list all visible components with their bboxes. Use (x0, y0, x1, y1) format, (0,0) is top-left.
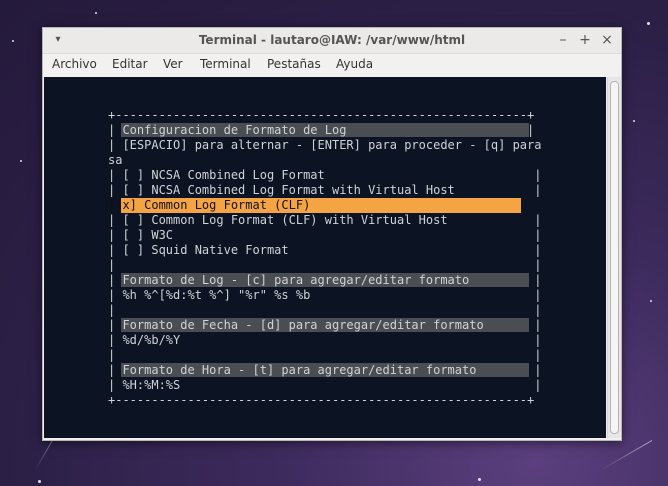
menu-archivo[interactable]: Archivo (52, 57, 97, 71)
menu-terminal[interactable]: Terminal (200, 57, 251, 71)
wallpaper-star (20, 160, 22, 162)
wallpaper-star (38, 480, 41, 483)
terminal-window[interactable]: ▾ Terminal - lautaro@IAW: /var/www/html … (42, 27, 622, 441)
wallpaper-star (647, 22, 650, 25)
blank-row: | | (108, 348, 542, 362)
minimize-button[interactable]: – (556, 32, 570, 48)
option-ncsa-combined[interactable]: | [ ] NCSA Combined Log Format | (108, 168, 541, 183)
dialog-border-bottom: +---------------------------------------… (108, 393, 535, 407)
dialog-border-top: +---------------------------------------… (108, 108, 535, 122)
menu-editar[interactable]: Editar (112, 57, 148, 71)
dialog-title: | Configuracion de Formato de Log | (108, 123, 535, 137)
dialog-instructions-wrap: sa (108, 153, 123, 167)
scrollbar-thumb[interactable] (610, 81, 619, 434)
wallpaper-streak (599, 440, 653, 471)
option-ncsa-combined-vhost[interactable]: | [ ] NCSA Combined Log Format with Virt… (108, 183, 541, 198)
wallpaper-star (633, 120, 635, 122)
time-format-value: | %H:%M:%S | (108, 378, 542, 392)
window-title: Terminal - lautaro@IAW: /var/www/html (198, 33, 466, 47)
menu-ver[interactable]: Ver (163, 57, 183, 71)
close-button[interactable]: × (600, 32, 614, 48)
log-format-header: | Formato de Log - [c] para agregar/edit… (108, 273, 542, 287)
date-format-header: | Formato de Fecha - [d] para agregar/ed… (108, 318, 542, 332)
time-format-header: | Formato de Hora - [t] para agregar/edi… (108, 363, 542, 377)
date-format-value: | %d/%b/%Y | (108, 333, 542, 347)
option-clf-vhost[interactable]: | [ ] Common Log Format (CLF) with Virtu… (108, 213, 541, 228)
title-bar[interactable]: ▾ Terminal - lautaro@IAW: /var/www/html … (43, 28, 621, 54)
wallpaper-star (95, 12, 97, 14)
menu-bar: Archivo Editar Ver Terminal Pestañas Ayu… (43, 54, 621, 76)
wallpaper-star (650, 300, 652, 302)
maximize-button[interactable]: + (578, 32, 592, 48)
log-format-value: | %h %^[%d:%t %^] "%r" %s %b | (108, 288, 542, 302)
wallpaper-star (12, 40, 14, 42)
menu-ayuda[interactable]: Ayuda (336, 57, 373, 71)
option-w3c[interactable]: | [ ] W3C | (108, 228, 541, 243)
wallpaper-star (478, 478, 481, 481)
dialog-instructions: | [ESPACIO] para alternar - [ENTER] para… (108, 138, 542, 152)
terminal-area[interactable]: +---------------------------------------… (44, 77, 606, 438)
blank-row: | | (108, 303, 542, 317)
blank-row: | | (108, 258, 542, 272)
option-squid[interactable]: | [ ] Squid Native Format | (108, 243, 541, 258)
menu-pestanas[interactable]: Pestañas (267, 57, 321, 71)
option-clf-selected[interactable]: |[x] Common Log Format (CLF) (108, 198, 310, 213)
vertical-scrollbar[interactable] (607, 77, 621, 438)
